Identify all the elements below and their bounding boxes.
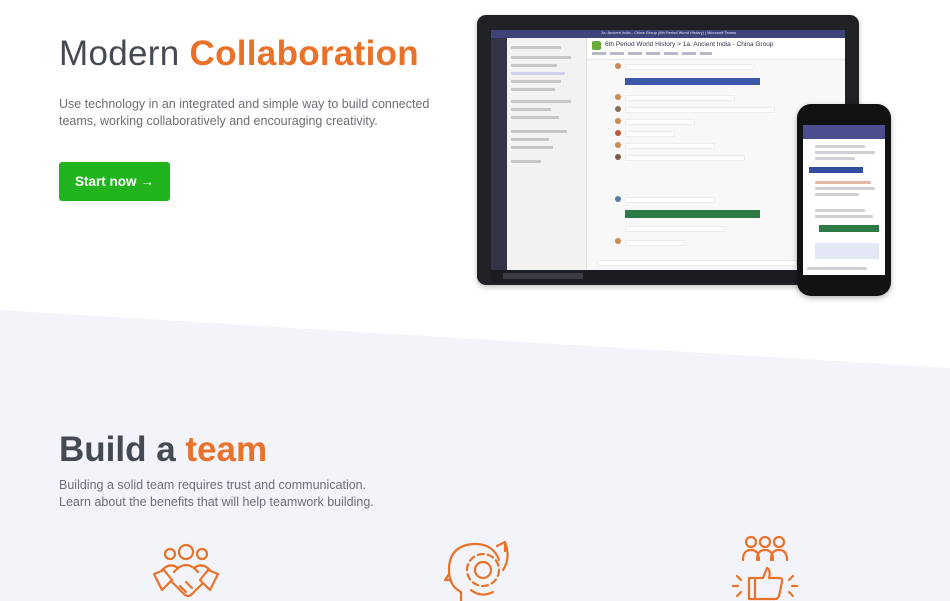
hero-description: Use technology in an integrated and simp… <box>59 97 430 128</box>
team-title-accent: team <box>185 430 268 469</box>
team-section-title: Build a team <box>59 430 268 469</box>
start-now-label: Start now <box>74 174 137 189</box>
hero-title-accent: Collaboration <box>189 34 419 73</box>
phone-screen <box>803 125 885 275</box>
start-now-button[interactable]: Start now → <box>59 162 170 201</box>
phone-header <box>803 125 885 139</box>
mind-gears-icon <box>443 540 509 601</box>
arrow-right-icon: → <box>140 174 155 189</box>
phone-device-image <box>797 104 891 296</box>
hero-title: Modern Collaboration <box>59 34 419 73</box>
tablet-screen: 1a. Ancient India - China Group (6th Per… <box>491 30 845 282</box>
app-rail <box>491 38 507 270</box>
hero-section: Modern Collaboration Use technology in a… <box>0 0 950 310</box>
os-taskbar <box>491 270 845 282</box>
team-thumbs-up-icon <box>731 535 799 601</box>
tablet-title-bar: 1a. Ancient India - China Group (6th Per… <box>491 30 845 38</box>
team-section-description: Building a solid team requires trust and… <box>59 478 374 509</box>
handshake-team-icon <box>152 543 220 598</box>
channel-list <box>507 38 587 270</box>
conversation-header: 6th Period World History > 1a. Ancient I… <box>587 38 845 60</box>
